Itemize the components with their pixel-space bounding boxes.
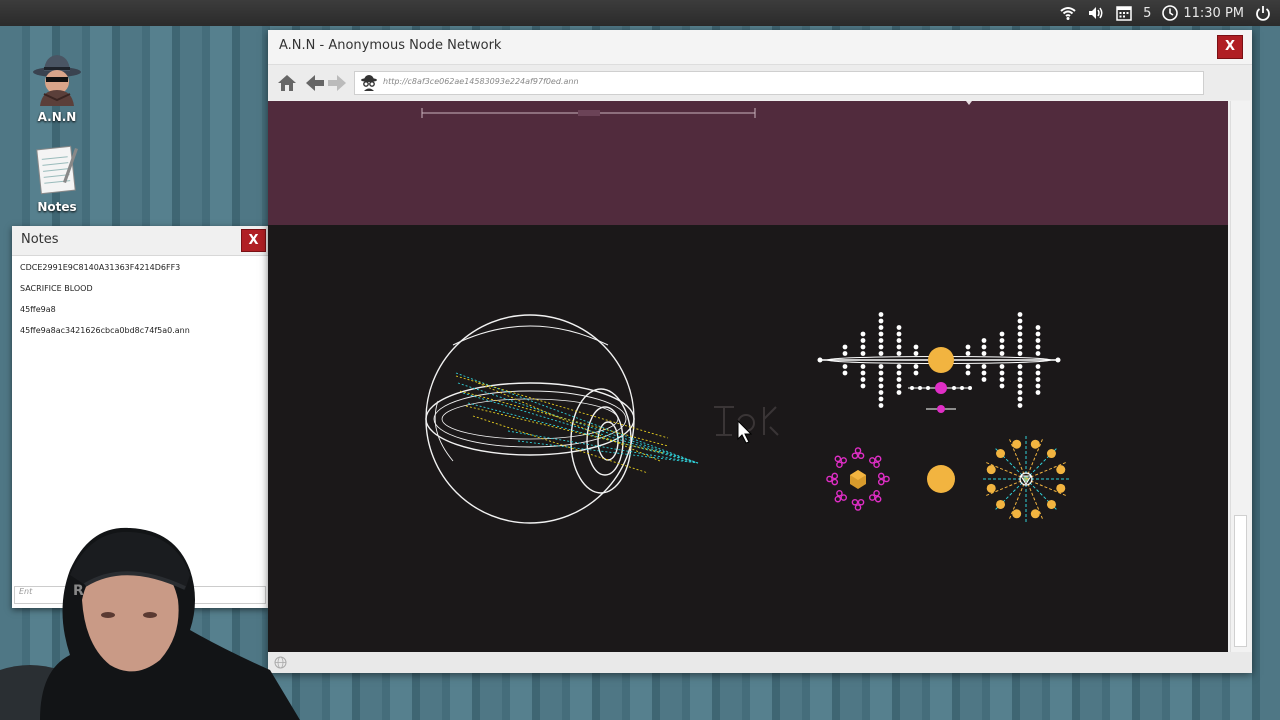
sun-circle [927, 465, 955, 493]
webcam-overlay: R [0, 527, 300, 720]
desktop-icon-notes[interactable]: Notes [12, 142, 102, 214]
svg-text:R: R [73, 583, 84, 599]
planet-orbit-diagram [817, 312, 1061, 413]
spy-hat-icon [33, 55, 81, 106]
note-item[interactable]: CDCE2991E9C8140A31363F4214D6FF3 [20, 261, 260, 282]
forward-arrow-icon[interactable] [326, 72, 348, 94]
wifi-icon[interactable] [1059, 4, 1077, 22]
eye-light-rays [455, 372, 699, 474]
browser-title: A.N.N - Anonymous Node Network [279, 38, 502, 53]
mouse-cursor-icon [737, 419, 753, 444]
calendar-icon[interactable] [1115, 4, 1133, 22]
clock-icon [1162, 5, 1179, 21]
desktop-icon-ann[interactable]: A.N.N [12, 50, 102, 124]
scrollbar-thumb[interactable] [1234, 515, 1247, 647]
note-item[interactable]: 45ffe9a8ac3421626cbca0bd8c74f5a0.ann [20, 324, 260, 345]
page-viewport [268, 101, 1228, 652]
desktop-icon-label: A.N.N [37, 110, 77, 124]
browser-toolbar: http://c8af3ce062ae14583093e224af97f0ed.… [268, 64, 1252, 100]
volume-icon[interactable] [1087, 4, 1105, 22]
notes-list: CDCE2991E9C8140A31363F4214D6FF3 SACRIFIC… [12, 256, 268, 350]
notes-titlebar[interactable]: Notes X [12, 226, 268, 256]
browser-titlebar[interactable]: A.N.N - Anonymous Node Network X [268, 30, 1252, 64]
workspace-number: 5 [1143, 5, 1152, 21]
note-item[interactable]: SACRIFICE BLOOD [20, 282, 260, 303]
home-icon[interactable] [276, 72, 298, 94]
top-panel: 5 11:30 PM [0, 0, 1280, 26]
back-arrow-icon[interactable] [304, 72, 326, 94]
status-bar [268, 652, 1252, 673]
notes-close-button[interactable]: X [241, 229, 266, 252]
clock-time: 11:30 PM [1183, 5, 1244, 21]
note-item[interactable]: 45ffe9a8 [20, 303, 260, 324]
power-icon[interactable] [1254, 4, 1272, 22]
notepad-icon [36, 145, 78, 195]
browser-close-button[interactable]: X [1217, 35, 1243, 59]
radiating-star-diagram [982, 435, 1070, 523]
url-text: http://c8af3ce062ae14583093e224af97f0ed.… [383, 77, 579, 86]
address-bar[interactable]: http://c8af3ce062ae14583093e224af97f0ed.… [354, 71, 1204, 95]
page-graphics [425, 312, 1070, 524]
spy-icon [361, 75, 377, 91]
notes-title: Notes [21, 232, 59, 247]
ann-browser-window: A.N.N - Anonymous Node Network X http://… [268, 30, 1252, 673]
desktop-icon-label: Notes [37, 200, 77, 214]
vertical-scrollbar[interactable] [1230, 101, 1250, 652]
clock[interactable]: 11:30 PM [1161, 4, 1244, 22]
system-tray: 5 11:30 PM [1059, 0, 1272, 26]
atom-cluster-diagram [826, 447, 890, 511]
